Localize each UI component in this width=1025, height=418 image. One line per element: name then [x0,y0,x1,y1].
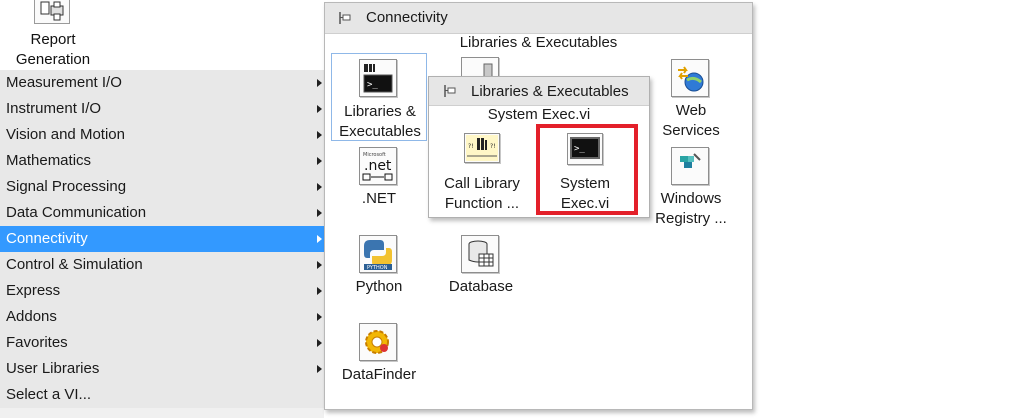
menu-item-measurement-io[interactable]: Measurement I/O [0,70,324,96]
menu-item-label: Express [6,282,61,299]
dotnet-icon: Microsoft .net [359,147,397,185]
category-menu: Measurement I/O Instrument I/O Vision an… [0,70,324,408]
svg-text:?!: ?! [490,143,496,150]
submenu-arrow-icon [317,365,322,373]
palette-item-label: Python [331,277,427,297]
menu-item-mathematics[interactable]: Mathematics [0,148,324,174]
report-label-line1: Report [30,31,76,48]
menu-item-label: User Libraries [6,360,100,377]
menu-item-label: Select a VI... [6,386,92,403]
label-line1: .NET [361,190,397,207]
menu-item-label: Instrument I/O [6,100,102,117]
svg-text:.net: .net [364,158,392,174]
report-generation-icon [34,0,70,24]
label-line2: Executables [339,123,421,140]
menu-item-label: Signal Processing [6,178,127,195]
pin-icon[interactable] [444,84,458,98]
connectivity-title: Connectivity [366,9,448,26]
label-line1: Windows [660,190,722,207]
web-services-icon [671,59,709,97]
menu-item-label: Data Communication [6,204,147,221]
menu-item-instrument-io[interactable]: Instrument I/O [0,96,324,122]
report-label-line2: Generation [15,51,91,68]
database-icon [461,235,499,273]
submenu-arrow-icon [317,105,322,113]
palette-item-label: Web Services [643,101,739,141]
datafinder-icon [359,323,397,361]
palette-item-dotnet[interactable]: Microsoft .net .NET [331,141,427,231]
menu-item-data-communication[interactable]: Data Communication [0,200,324,226]
menu-item-vision-motion[interactable]: Vision and Motion [0,122,324,148]
menu-item-signal-processing[interactable]: Signal Processing [0,174,324,200]
palette-item-label: Libraries & Executables [332,102,428,142]
connectivity-header: Connectivity [325,3,752,34]
functions-palette: Report Generation Measurement I/O Instru… [0,0,324,418]
label-line1: Libraries & [344,103,416,120]
palette-item-label: Database [433,277,529,297]
windows-registry-icon [671,147,709,185]
submenu-arrow-icon [317,339,322,347]
submenu-arrow-icon [317,183,322,191]
menu-item-label: Addons [6,308,57,325]
call-library-function-icon: ?! ?! [464,133,500,163]
system-exec-highlight [536,124,638,215]
label-line1: DataFinder [341,366,417,383]
palette-item-libraries-executables[interactable]: >_ Libraries & Executables [331,53,427,141]
palette-item-python[interactable]: PYTHON Python [331,229,427,319]
pin-icon[interactable] [339,11,353,25]
menu-item-label: Connectivity [6,230,88,247]
palette-item-database[interactable]: Database [433,229,529,319]
label-line1: Python [355,278,403,295]
label-line1: Web [675,102,707,119]
label-line2: Function ... [444,195,520,212]
label-line1: Call Library [444,175,520,192]
label-line2: Registry ... [655,210,727,227]
menu-item-favorites[interactable]: Favorites [0,330,324,356]
section-title-libraries: Libraries & Executables [459,34,618,51]
label-line2: Services [662,122,720,139]
submenu-arrow-icon [317,261,322,269]
palette-item-windows-registry[interactable]: Windows Registry ... [643,141,739,231]
svg-text:?!: ?! [468,143,474,150]
menu-item-label: Mathematics [6,152,92,169]
report-generation-label: Report Generation [0,30,106,70]
menu-item-select-vi[interactable]: Select a VI... [0,382,324,408]
menu-item-user-libraries[interactable]: User Libraries [0,356,324,382]
palette-item-label: Call Library Function ... [434,174,530,214]
palette-item-web-services[interactable]: Web Services [643,53,739,143]
palette-item-label: DataFinder [331,365,427,385]
subpalette-title: Libraries & Executables [471,83,629,100]
submenu-arrow-icon [317,209,322,217]
menu-item-control-simulation[interactable]: Control & Simulation [0,252,324,278]
palette-item-datafinder[interactable]: DataFinder [331,317,427,407]
menu-item-label: Favorites [6,334,68,351]
libraries-executables-icon: >_ [359,59,397,97]
menu-item-express[interactable]: Express [0,278,324,304]
subpalette-section-title: System Exec.vi [487,106,591,123]
palette-item-call-library-function[interactable]: ?! ?! Call Library Function ... [434,129,530,219]
menu-item-addons[interactable]: Addons [0,304,324,330]
palette-item-label: Windows Registry ... [643,189,739,229]
svg-text:>_: >_ [367,80,378,90]
submenu-arrow-icon [317,131,322,139]
submenu-arrow-icon [317,157,322,165]
submenu-arrow-icon [317,313,322,321]
submenu-arrow-icon [317,287,322,295]
submenu-arrow-icon [317,79,322,87]
subpalette-header: Libraries & Executables [429,77,649,106]
menu-item-label: Vision and Motion [6,126,125,143]
palette-item-label: .NET [331,189,427,209]
report-generation-tile[interactable]: Report Generation [0,0,324,72]
python-icon: PYTHON [359,235,397,273]
menu-item-label: Control & Simulation [6,256,143,273]
menu-item-connectivity[interactable]: Connectivity [0,226,324,252]
submenu-arrow-icon [317,235,322,243]
svg-text:PYTHON: PYTHON [367,265,388,271]
label-line1: Database [448,278,514,295]
menu-item-label: Measurement I/O [6,74,122,91]
